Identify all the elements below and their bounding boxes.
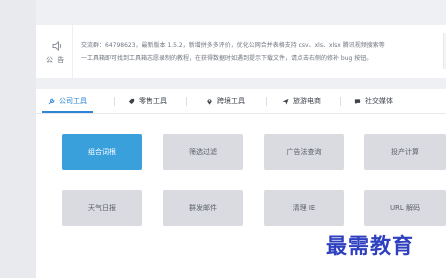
notice-line-2: 一工具箱即可找到工具箱志愿录制的教程，在获得数据时如遇到提示下载文件，请点击右侧… bbox=[81, 55, 373, 62]
tab-label: 零售工具 bbox=[139, 97, 167, 105]
notice-panel: 公 告 交流群：64798623，最新版本 1.5.2，新增拼多多评价，优化公网… bbox=[36, 25, 446, 78]
notice-label: 公 告 bbox=[46, 56, 66, 64]
tool-button-clear-ie[interactable]: 清理 IE bbox=[264, 190, 344, 226]
speaker-icon bbox=[52, 40, 62, 52]
tool-button-bulk-email[interactable]: 群发邮件 bbox=[163, 190, 243, 226]
chat-bubble-icon bbox=[354, 98, 361, 104]
watermark-logo: 最需教育 bbox=[326, 233, 414, 258]
tab-label: 社交媒体 bbox=[365, 97, 393, 105]
left-gutter bbox=[0, 0, 36, 278]
paper-plane-icon bbox=[282, 98, 289, 105]
tab-label: 旅游电商 bbox=[293, 97, 321, 105]
tab-divider bbox=[266, 97, 267, 106]
tool-button-filter[interactable]: 筛选过滤 bbox=[163, 134, 243, 170]
tab-divider bbox=[114, 97, 115, 106]
tab-label: 公司工具 bbox=[59, 97, 87, 105]
notice-header: 公 告 bbox=[36, 25, 73, 78]
category-tabs: 公司工具 零售工具 跨境工具 旅游电商 社交媒体 bbox=[36, 89, 446, 114]
tool-button-ad-law-query[interactable]: 广告法查询 bbox=[264, 134, 344, 170]
tab-retail-tools[interactable]: 零售工具 bbox=[128, 89, 167, 113]
tab-company-tools[interactable]: 公司工具 bbox=[42, 89, 93, 113]
app-window: 公 告 交流群：64798623，最新版本 1.5.2，新增拼多多评价，优化公网… bbox=[0, 0, 446, 278]
tool-button-url-decode[interactable]: URL 解码 bbox=[364, 190, 446, 226]
wrench-icon bbox=[48, 98, 55, 104]
tag-icon bbox=[128, 98, 135, 104]
tab-cross-border-tools[interactable]: 跨境工具 bbox=[206, 89, 245, 113]
notice-text: 交流群：64798623，最新版本 1.5.2，新增拼多多评价，优化公网合并表格… bbox=[81, 39, 436, 65]
tool-button-combine-roots[interactable]: 组合词根 bbox=[62, 134, 142, 170]
tab-divider bbox=[340, 97, 341, 106]
tool-button-roi-calc[interactable]: 投产计算 bbox=[364, 134, 446, 170]
tab-social-media[interactable]: 社交媒体 bbox=[354, 89, 393, 113]
tool-button-weather-report[interactable]: 天气日报 bbox=[62, 190, 142, 226]
tab-travel-ecommerce[interactable]: 旅游电商 bbox=[282, 89, 321, 113]
tab-divider bbox=[186, 97, 187, 106]
location-pin-icon bbox=[207, 98, 212, 105]
notice-line-1: 交流群：64798623，最新版本 1.5.2，新增拼多多评价，优化公网合并表格… bbox=[81, 42, 385, 49]
tab-label: 跨境工具 bbox=[217, 97, 245, 105]
